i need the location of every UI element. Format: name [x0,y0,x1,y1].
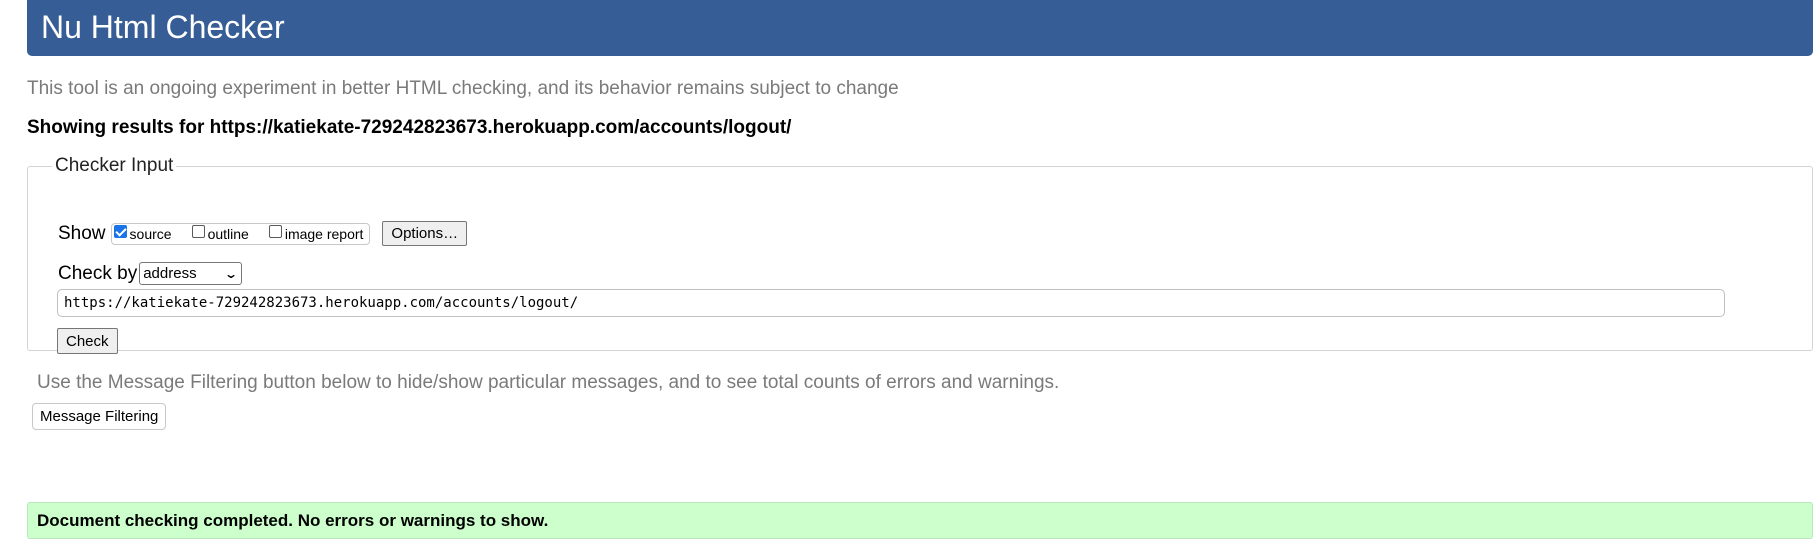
page-header: Nu Html Checker [27,0,1813,56]
check-by-row: Check by address ⌄ [58,262,243,285]
source-option-label: source [129,225,172,242]
show-option-outline[interactable]: outline [191,225,249,242]
page: Nu Html Checker This tool is an ongoing … [0,0,1816,540]
success-message: Document checking completed. No errors o… [27,502,1813,539]
show-option-source[interactable]: source [113,225,172,242]
outline-option-label: outline [207,225,249,242]
message-filtering-button[interactable]: Message Filtering [32,403,167,430]
intro-text: This tool is an ongoing experiment in be… [27,78,899,99]
message-filtering-note: Use the Message Filtering button below t… [37,372,1060,393]
showing-results-text: Showing results for https://katiekate-72… [27,117,792,138]
check-by-select[interactable]: address ⌄ [139,262,243,285]
chevron-down-icon: ⌄ [224,266,239,281]
image-report-option-label: image report [284,225,364,242]
show-row: Show source outline image report Options… [58,221,468,246]
checker-input-legend: Checker Input [55,155,174,176]
show-label: Show [58,222,106,244]
check-button[interactable]: Check [57,328,118,354]
image-report-checkbox[interactable] [268,225,282,238]
options-button[interactable]: Options… [382,221,468,246]
url-input-value: https://katiekate-729242823673.herokuapp… [64,295,579,311]
source-checkbox[interactable] [113,225,127,238]
page-title: Nu Html Checker [41,9,285,45]
show-option-image-report[interactable]: image report [268,225,364,242]
url-input[interactable]: https://katiekate-729242823673.herokuapp… [57,289,1725,317]
check-by-selected-value: address [143,265,197,282]
outline-checkbox[interactable] [191,225,205,238]
checker-input-fieldset: Checker Input Show source outline image … [27,155,1813,354]
check-by-label: Check by [58,262,138,284]
show-options-group: source outline image report [110,222,371,245]
success-message-text: Document checking completed. No errors o… [37,510,549,530]
